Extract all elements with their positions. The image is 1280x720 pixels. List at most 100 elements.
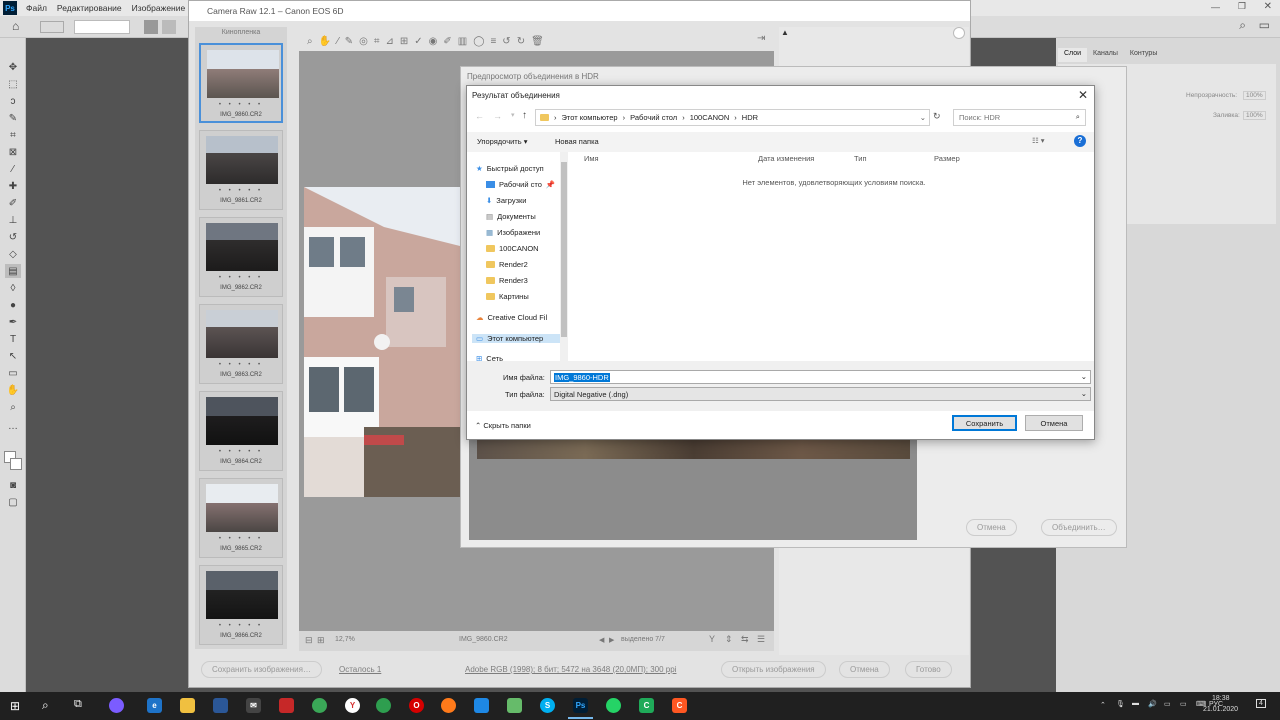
frame-tool-icon[interactable]: ⊠ (5, 145, 21, 159)
eraser-tool-icon[interactable]: ◇ (5, 247, 21, 261)
address-bar[interactable]: › Этот компьютер › Рабочий стол › 100CAN… (535, 109, 930, 126)
compare-icon[interactable]: ⇕ (725, 634, 733, 645)
gift-icon[interactable] (279, 698, 294, 713)
filmstrip-thumb[interactable]: • • • • • IMG_9861.CR2 (199, 130, 283, 210)
microphone-icon[interactable]: 🎙 (1116, 700, 1125, 708)
column-name[interactable]: Имя (584, 154, 599, 163)
move-tool-icon[interactable]: ✥ (5, 60, 21, 74)
forward-icon[interactable]: → (493, 111, 502, 121)
white-balance-tool-icon[interactable]: ⁄ (337, 36, 339, 47)
orange-app-icon[interactable]: C (672, 698, 687, 713)
whatsapp-icon[interactable] (606, 698, 621, 713)
nav-downloads[interactable]: ⬇ Загрузки (486, 196, 526, 205)
nav-scrollbar[interactable] (560, 152, 568, 362)
nav-this-pc[interactable]: ▭ Этот компьютер (472, 334, 560, 343)
delete-icon[interactable]: 🗑 (531, 36, 544, 47)
remaining-link[interactable]: Осталось 1 (339, 665, 381, 674)
nav-render2[interactable]: Render2 (486, 260, 528, 269)
hdr-cancel-button[interactable]: Отмена (966, 519, 1017, 536)
next-image-icon[interactable]: ▶ (609, 636, 614, 644)
panel-layout-icon[interactable]: ▭ (1259, 18, 1270, 32)
close-icon[interactable]: ✕ (1078, 88, 1088, 102)
save-images-button[interactable]: Сохранить изображения… (201, 661, 322, 678)
linear-gradient-icon[interactable] (144, 20, 158, 34)
background-color-swatch[interactable] (10, 458, 22, 470)
minimize-icon[interactable]: — (1211, 2, 1220, 12)
filmstrip-thumb[interactable]: • • • • • IMG_9862.CR2 (199, 217, 283, 297)
yandex-browser-icon[interactable]: Y (345, 698, 360, 713)
crop-tool-icon[interactable]: ⌗ (374, 36, 380, 47)
volume-icon[interactable]: 🔊 (1148, 700, 1157, 708)
edge-icon[interactable]: e (147, 698, 162, 713)
store-icon[interactable] (213, 698, 228, 713)
rating-stars[interactable]: • • • • • (200, 623, 282, 629)
notification-center-icon[interactable]: 4 (1256, 699, 1266, 708)
nav-documents[interactable]: ▤ Документы (486, 212, 536, 221)
home-icon[interactable]: ⌂ (12, 19, 19, 33)
close-icon[interactable]: ✕ (1264, 1, 1272, 12)
opacity-field[interactable]: 100% (1243, 91, 1266, 100)
workflow-options-link[interactable]: Adobe RGB (1998); 8 бит; 5472 на 3648 (2… (465, 665, 676, 674)
stamp-tool-icon[interactable]: ⊥ (5, 213, 21, 227)
cortana-icon[interactable] (109, 698, 124, 713)
menu-file[interactable]: Файл (21, 3, 52, 13)
hide-folders-toggle[interactable]: ⌃ Скрыть папки (475, 421, 531, 430)
marquee-tool-icon[interactable]: ⬚ (5, 77, 21, 91)
y-toggle-icon[interactable]: Y (709, 634, 715, 644)
up-icon[interactable]: ↑ (522, 110, 527, 121)
nav-render3[interactable]: Render3 (486, 276, 528, 285)
display-icon[interactable]: ▭ (1164, 700, 1171, 708)
color-sampler-icon[interactable]: ✎ (345, 36, 353, 47)
preview-settings-icon[interactable]: ☰ (757, 634, 765, 645)
path-select-icon[interactable]: ↖ (5, 349, 21, 363)
transform-tool-icon[interactable]: ⊞ (400, 36, 408, 47)
windows-start-icon[interactable]: ⊞ (10, 699, 20, 713)
histogram-warning-icon[interactable]: ▲ (781, 28, 789, 37)
zoom-out-icon[interactable]: ⊟ (305, 635, 313, 646)
blur-tool-icon[interactable]: ◊ (5, 281, 21, 295)
filmstrip-thumb[interactable]: • • • • • IMG_9865.CR2 (199, 478, 283, 558)
preferences-icon[interactable]: ≡ (490, 36, 496, 47)
nav-quick-access[interactable]: ★ Быстрый доступ (476, 164, 544, 173)
swap-icon[interactable]: ⇆ (741, 634, 749, 645)
tray-chevron-icon[interactable]: ⌃ (1100, 701, 1106, 709)
filmstrip-thumb[interactable]: • • • • • IMG_9860.CR2 (199, 43, 283, 123)
screen-mode-icon[interactable]: ▢ (5, 495, 21, 509)
breadcrumb-item[interactable]: HDR (742, 113, 758, 122)
radial-gradient-icon[interactable] (162, 20, 176, 34)
rating-stars[interactable]: • • • • • (201, 102, 281, 108)
mail-icon[interactable]: ✉ (246, 698, 261, 713)
radial-filter-icon[interactable]: ◯ (473, 36, 484, 47)
battery-icon[interactable]: ▭ (1180, 700, 1187, 708)
pen-tool-icon[interactable]: ✒ (5, 315, 21, 329)
column-size[interactable]: Размер (934, 154, 960, 163)
quick-select-tool-icon[interactable]: ✎ (5, 111, 21, 125)
new-folder-button[interactable]: Новая папка (555, 137, 599, 146)
search-input[interactable]: Поиск: HDR ⌕ (953, 109, 1086, 126)
target-adjust-icon[interactable]: ◎ (359, 36, 368, 47)
search-icon[interactable]: ⌕ (42, 698, 49, 713)
filmstrip-thumb[interactable]: • • • • • IMG_9864.CR2 (199, 391, 283, 471)
zoom-in-icon[interactable]: ⊞ (317, 635, 325, 646)
filetype-select[interactable]: Digital Negative (.dng) ⌄ (550, 387, 1091, 401)
adjustment-brush-icon[interactable]: ✐ (443, 36, 451, 47)
fill-field[interactable]: 100% (1243, 111, 1266, 120)
rotate-left-icon[interactable]: ↺ (502, 36, 510, 47)
chevron-down-icon[interactable]: ⌄ (1081, 372, 1087, 381)
breadcrumb-item[interactable]: 100CANON (690, 113, 730, 122)
zoom-tool-icon[interactable]: ⌕ (5, 400, 21, 414)
dodge-tool-icon[interactable]: ● (5, 298, 21, 312)
hand-tool-icon[interactable]: ✋ (319, 36, 331, 47)
network-tray-icon[interactable]: ▬ (1132, 700, 1139, 707)
chevron-down-icon[interactable]: ⌄ (1081, 389, 1087, 398)
file-explorer-icon[interactable] (180, 698, 195, 713)
maximize-icon[interactable]: ❐ (1238, 1, 1246, 12)
spot-removal-icon[interactable]: ✓ (414, 36, 422, 47)
history-brush-icon[interactable]: ↺ (5, 230, 21, 244)
chrome-icon[interactable] (376, 698, 391, 713)
rating-stars[interactable]: • • • • • (200, 449, 282, 455)
organize-button[interactable]: Упорядочить ▾ (477, 137, 528, 146)
nav-paintings[interactable]: Картины (486, 292, 529, 301)
tab-layers[interactable]: Слои (1058, 48, 1088, 62)
column-date[interactable]: Дата изменения (758, 154, 814, 163)
